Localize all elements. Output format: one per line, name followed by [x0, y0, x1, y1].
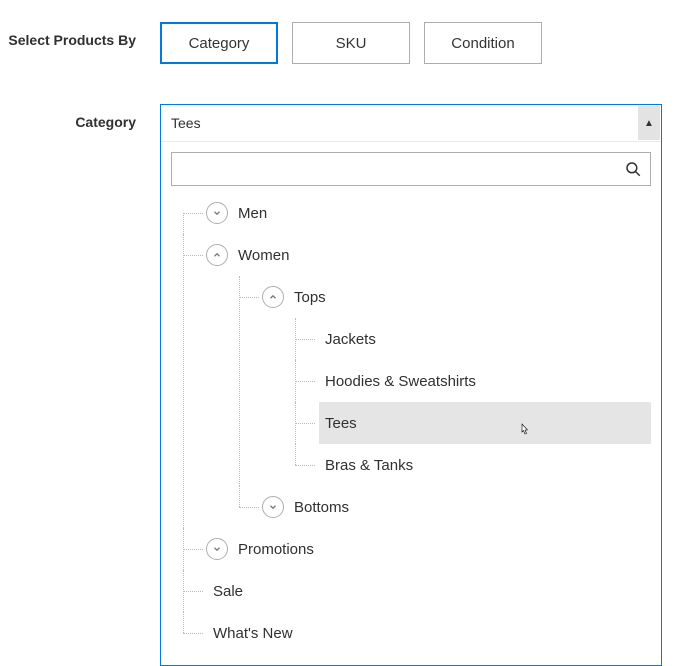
- category-search[interactable]: [171, 152, 651, 186]
- tree-node-tops[interactable]: Tops: [263, 276, 651, 318]
- tree-label: Bras & Tanks: [319, 457, 413, 474]
- search-icon: [624, 160, 642, 178]
- tree-node-tees[interactable]: Tees: [319, 402, 651, 444]
- tree-label: Jackets: [319, 331, 376, 348]
- category-tree: Men Women: [173, 192, 651, 654]
- caret-up-icon: ▲: [644, 118, 654, 129]
- select-by-label: Select Products By: [0, 22, 160, 48]
- category-dropdown: Men Women: [161, 141, 661, 665]
- category-selected-value[interactable]: Tees: [161, 115, 637, 131]
- tree-label: Bottoms: [294, 499, 349, 516]
- tree-label: Tees: [319, 415, 357, 432]
- tree-node-bottoms[interactable]: Bottoms: [263, 486, 651, 528]
- category-tree-scroll[interactable]: Men Women: [171, 192, 651, 655]
- option-category-button[interactable]: Category: [160, 22, 278, 64]
- select-by-group: Category SKU Condition: [160, 22, 682, 104]
- tree-label: Promotions: [238, 541, 314, 558]
- tree-label: What's New: [207, 625, 293, 642]
- category-label: Category: [0, 104, 160, 130]
- tree-node-jackets[interactable]: Jackets: [319, 318, 651, 360]
- dropdown-toggle[interactable]: ▲: [638, 106, 660, 140]
- tree-label: Men: [238, 205, 267, 222]
- collapse-icon[interactable]: [206, 244, 228, 266]
- tree-node-whatsnew[interactable]: What's New: [207, 612, 651, 654]
- option-condition-button[interactable]: Condition: [424, 22, 542, 64]
- tree-node-hoodies[interactable]: Hoodies & Sweatshirts: [319, 360, 651, 402]
- tree-label: Tops: [294, 289, 326, 306]
- category-combobox: Tees ▲ Men: [160, 104, 662, 666]
- expand-icon[interactable]: [206, 538, 228, 560]
- collapse-icon[interactable]: [262, 286, 284, 308]
- tree-node-women[interactable]: Women: [207, 234, 651, 276]
- tree-node-promotions[interactable]: Promotions: [207, 528, 651, 570]
- tree-label: Women: [238, 247, 289, 264]
- search-input[interactable]: [180, 161, 624, 177]
- expand-icon[interactable]: [206, 202, 228, 224]
- tree-node-sale[interactable]: Sale: [207, 570, 651, 612]
- tree-node-bras[interactable]: Bras & Tanks: [319, 444, 651, 486]
- tree-node-men[interactable]: Men: [207, 192, 651, 234]
- expand-icon[interactable]: [262, 496, 284, 518]
- tree-label: Hoodies & Sweatshirts: [319, 373, 476, 390]
- tree-label: Sale: [207, 583, 243, 600]
- option-sku-button[interactable]: SKU: [292, 22, 410, 64]
